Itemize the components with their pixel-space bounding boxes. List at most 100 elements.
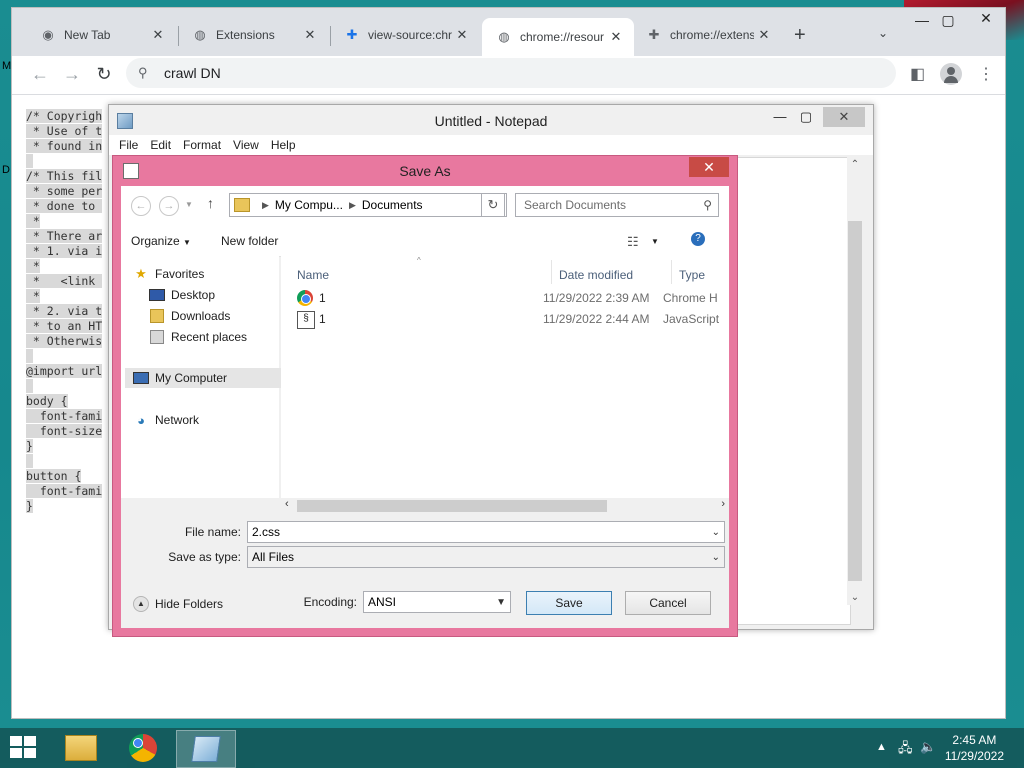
tab-close-icon[interactable]: ✕ — [754, 27, 774, 43]
show-hidden-icons-icon[interactable]: ▲ — [876, 741, 887, 753]
windows-start-icon[interactable] — [10, 736, 38, 760]
taskbar-notepad[interactable] — [176, 730, 236, 768]
tab-search-chevron-icon[interactable]: ⌄ — [878, 26, 888, 40]
tab-chrome-extensions[interactable]: ✚ chrome://extens ✕ — [632, 18, 782, 52]
back-arrow-icon[interactable]: ← — [28, 62, 52, 86]
menu-edit[interactable]: Edit — [150, 138, 171, 152]
scroll-right-icon[interactable]: › — [721, 498, 725, 510]
chrome-icon — [297, 290, 313, 306]
tab-view-source[interactable]: ✚ view-source:chrc ✕ — [330, 18, 480, 52]
maximize-icon[interactable]: ▢ — [934, 12, 962, 29]
close-icon[interactable]: ✕ — [689, 157, 729, 177]
minimize-icon[interactable]: — — [767, 107, 793, 127]
scroll-down-icon[interactable]: ⌄ — [847, 592, 863, 603]
network-status-icon[interactable]: 🖧 — [898, 739, 913, 761]
code-line: * done to — [26, 199, 103, 213]
cancel-button[interactable]: Cancel — [625, 591, 711, 615]
chevron-down-icon[interactable]: ⌄ — [712, 527, 720, 538]
code-line: * to an HT — [26, 319, 103, 333]
taskbar-file-explorer[interactable] — [52, 730, 110, 766]
tree-item-downloads[interactable]: Downloads — [149, 306, 230, 326]
horizontal-scrollbar[interactable]: ‹ › — [281, 498, 729, 514]
close-icon[interactable]: ✕ — [823, 107, 865, 127]
more-menu-icon[interactable]: ⋮ — [978, 64, 994, 84]
tab-close-icon[interactable]: ✕ — [452, 27, 472, 43]
column-separator[interactable] — [551, 260, 552, 284]
save-as-type-select[interactable]: All Files ⌄ — [247, 546, 725, 568]
reload-icon[interactable]: ↻ — [92, 62, 116, 86]
tab-close-icon[interactable]: ✕ — [148, 27, 168, 43]
command-bar: Organize ▼ New folder ☷ ▼ ? — [121, 226, 729, 257]
tree-item-favorites[interactable]: ★ Favorites — [133, 264, 204, 284]
omnibox-text: crawl DN — [164, 65, 221, 81]
file-explorer-icon — [65, 735, 97, 761]
desktop-edge-text: D — [2, 164, 10, 176]
refresh-icon[interactable]: ↻ — [481, 193, 505, 217]
view-options-icon[interactable]: ☷ — [627, 234, 639, 250]
recent-locations-chevron-icon[interactable]: ▼ — [185, 200, 193, 209]
search-input[interactable]: Search Documents ⚲ — [515, 193, 719, 217]
tab-chrome-resources[interactable]: ◍ chrome://resour ✕ — [482, 18, 634, 56]
notepad-title-bar[interactable]: Untitled - Notepad — ▢ ✕ — [109, 105, 873, 135]
hide-folders-button[interactable]: ▲ Hide Folders — [133, 596, 223, 612]
new-tab-plus-icon[interactable]: + — [794, 24, 806, 47]
scroll-left-icon[interactable]: ‹ — [285, 498, 289, 510]
save-as-body: ← → ▼ ↑ ▶ My Compu... ▶ Documents ▼ ↻ Se… — [121, 186, 729, 628]
address-bar[interactable]: ▶ My Compu... ▶ Documents ▼ — [229, 193, 507, 217]
tab-close-icon[interactable]: ✕ — [606, 29, 626, 45]
tree-label: Desktop — [171, 288, 216, 302]
tab-extensions[interactable]: ◍ Extensions ✕ — [178, 18, 328, 52]
organize-button[interactable]: Organize ▼ — [131, 234, 191, 248]
tree-item-network[interactable]: ◕ Network — [133, 410, 199, 430]
omnibox[interactable]: ⚲ crawl DN — [126, 58, 896, 88]
code-line: } — [26, 439, 33, 453]
tree-item-desktop[interactable]: Desktop — [149, 285, 215, 305]
volume-icon[interactable]: 🔈 — [920, 739, 936, 755]
file-row[interactable]: 1 11/29/2022 2:39 AM Chrome H — [297, 288, 729, 308]
forward-arrow-icon[interactable]: → — [159, 196, 179, 216]
menu-file[interactable]: File — [119, 138, 138, 152]
breadcrumb-documents[interactable]: Documents — [362, 198, 423, 212]
file-name-input[interactable]: 2.css ⌄ — [247, 521, 725, 543]
file-date: 11/29/2022 2:39 AM — [543, 291, 650, 305]
scroll-thumb[interactable] — [297, 500, 607, 512]
folder-icon — [234, 198, 250, 212]
scroll-up-icon[interactable]: ⌃ — [847, 159, 863, 170]
chrome-icon — [129, 734, 157, 762]
scroll-thumb[interactable] — [848, 221, 862, 581]
save-as-title-bar[interactable]: Save As ✕ — [113, 156, 737, 186]
up-arrow-icon[interactable]: ↑ — [207, 195, 214, 211]
maximize-icon[interactable]: ▢ — [793, 107, 819, 127]
back-arrow-icon[interactable]: ← — [131, 196, 151, 216]
menu-view[interactable]: View — [233, 138, 259, 152]
new-folder-button[interactable]: New folder — [221, 234, 278, 248]
tab-close-icon[interactable]: ✕ — [300, 27, 320, 43]
tab-label: New Tab — [64, 28, 111, 42]
help-icon[interactable]: ? — [691, 232, 705, 246]
side-panel-icon[interactable]: ◧ — [910, 64, 925, 84]
taskbar-chrome[interactable] — [114, 730, 172, 766]
column-header-type[interactable]: Type — [679, 268, 705, 282]
minimize-icon[interactable]: — — [908, 12, 936, 28]
encoding-select[interactable]: ANSI ▼ — [363, 591, 511, 613]
chevron-down-icon[interactable]: ▼ — [651, 237, 659, 246]
tab-new-tab[interactable]: ◉ New Tab ✕ — [26, 18, 176, 52]
column-header-date[interactable]: Date modified — [559, 268, 633, 282]
notepad-vertical-scrollbar[interactable]: ⌃ ⌄ — [847, 157, 863, 605]
column-header-name[interactable]: Name — [297, 268, 329, 282]
forward-arrow-icon[interactable]: → — [60, 62, 84, 86]
tree-item-my-computer[interactable]: My Computer — [125, 368, 283, 388]
tree-item-recent-places[interactable]: Recent places — [149, 327, 247, 347]
chevron-down-icon: ▼ — [183, 238, 191, 247]
column-separator[interactable] — [671, 260, 672, 284]
menu-help[interactable]: Help — [271, 138, 296, 152]
save-button[interactable]: Save — [526, 591, 612, 615]
profile-avatar-icon[interactable] — [940, 63, 962, 85]
taskbar-clock[interactable]: 2:45 AM 11/29/2022 — [945, 732, 1004, 764]
close-window-icon[interactable]: ✕ — [972, 10, 1000, 27]
save-as-type-value: All Files — [252, 550, 295, 564]
breadcrumb-my-computer[interactable]: My Compu... — [275, 198, 343, 212]
code-line: @import url — [26, 364, 103, 378]
file-row[interactable]: § 1 11/29/2022 2:44 AM JavaScript — [297, 309, 729, 329]
menu-format[interactable]: Format — [183, 138, 221, 152]
